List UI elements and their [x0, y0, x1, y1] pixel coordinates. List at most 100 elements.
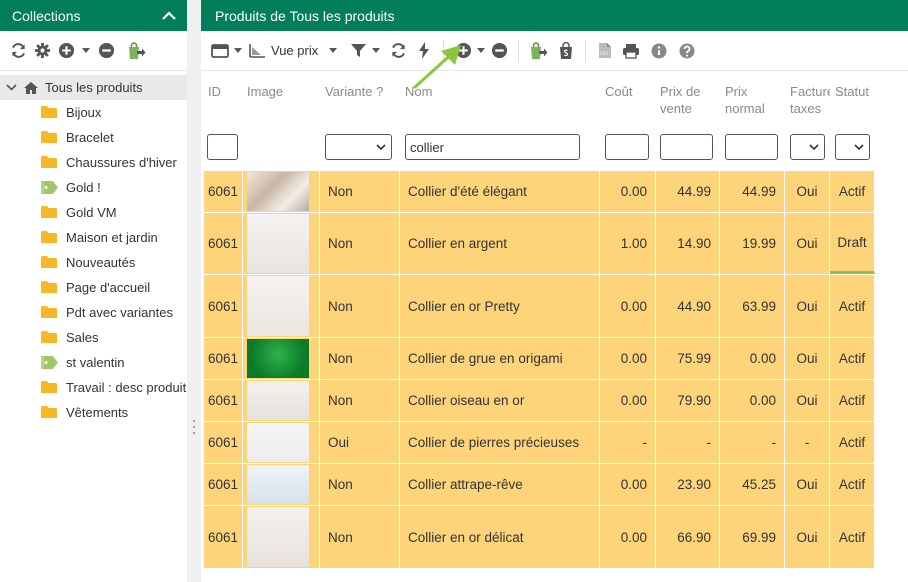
columns-button[interactable]: [209, 39, 231, 63]
help-button[interactable]: [676, 39, 698, 63]
cell-nom[interactable]: Collier oiseau en or: [400, 380, 600, 421]
cell-image[interactable]: [243, 338, 320, 379]
table-row[interactable]: 6061 Non Collier en or Pretty 0.00 44.90 63.9…: [204, 274, 875, 337]
cell-prix-vente[interactable]: 44.99: [656, 171, 720, 212]
filter-prix-normal-input[interactable]: [725, 134, 778, 160]
cell-id[interactable]: 6061: [204, 338, 243, 379]
cell-cout[interactable]: 0.00: [600, 275, 656, 337]
tree-item[interactable]: Chaussures d'hiver: [0, 150, 187, 175]
cell-variante[interactable]: Non: [320, 338, 400, 379]
tree-item[interactable]: Gold VM: [0, 200, 187, 225]
cell-statut[interactable]: Actif: [830, 422, 875, 463]
cell-taxes[interactable]: Oui: [785, 338, 830, 379]
tree-item[interactable]: Gold !: [0, 175, 187, 200]
table-row[interactable]: 6061 Non Collier en or délicat 0.00 66.90 69.…: [204, 505, 875, 568]
add-product-button[interactable]: [452, 39, 474, 63]
info-button[interactable]: [648, 39, 670, 63]
cell-nom[interactable]: Collier attrape-rêve: [400, 464, 600, 505]
cell-prix-normal[interactable]: 44.99: [720, 171, 785, 212]
table-row[interactable]: 6061 Non Collier en argent 1.00 14.90 19.99 Ou…: [204, 212, 875, 274]
print-button[interactable]: [620, 39, 642, 63]
shopify-export-products-button[interactable]: [527, 39, 549, 63]
tree-item[interactable]: Pdt avec variantes: [0, 300, 187, 325]
filter-statut-select[interactable]: [835, 134, 870, 160]
cell-id[interactable]: 6061: [204, 213, 243, 274]
add-button[interactable]: [55, 39, 77, 63]
panel-splitter[interactable]: [187, 0, 201, 582]
table-row[interactable]: 6061 Non Collier de grue en origami 0.00 75.…: [204, 337, 875, 379]
cell-image[interactable]: [243, 506, 320, 568]
cell-cout[interactable]: 0.00: [600, 171, 656, 212]
cell-prix-vente[interactable]: 44.90: [656, 275, 720, 337]
shopify-button[interactable]: [555, 39, 577, 63]
cell-prix-normal[interactable]: 0.00: [720, 380, 785, 421]
cell-nom[interactable]: Collier en argent: [400, 213, 600, 274]
col-header-facturer-taxes[interactable]: Facturer taxes: [790, 83, 830, 117]
cell-nom[interactable]: Collier en or Pretty: [400, 275, 600, 337]
tree-root-all-products[interactable]: Tous les produits: [0, 75, 187, 100]
view-selector[interactable]: Vue prix: [249, 43, 338, 58]
csv-export-button[interactable]: CSV: [594, 39, 616, 63]
cell-statut[interactable]: Actif: [830, 464, 875, 505]
cell-statut[interactable]: Actif: [830, 171, 875, 212]
col-header-image[interactable]: Image: [247, 83, 283, 100]
filter-id-input[interactable]: [207, 134, 238, 160]
cell-nom[interactable]: Collier en or délicat: [400, 506, 600, 568]
cell-prix-vente[interactable]: 79.90: [656, 380, 720, 421]
cell-id[interactable]: 6061: [204, 422, 243, 463]
filter-cout-input[interactable]: [605, 134, 649, 160]
cell-id[interactable]: 6061: [204, 275, 243, 337]
cell-prix-vente[interactable]: 23.90: [656, 464, 720, 505]
table-row[interactable]: 6061 Non Collier d'été élégant 0.00 44.99 44.…: [204, 170, 875, 212]
cell-cout[interactable]: 0.00: [600, 464, 656, 505]
cell-id[interactable]: 6061: [204, 171, 243, 212]
cell-statut[interactable]: Actif: [830, 506, 875, 568]
cell-statut[interactable]: Actif: [830, 338, 875, 379]
cell-prix-normal[interactable]: 45.25: [720, 464, 785, 505]
cell-taxes[interactable]: Oui: [785, 171, 830, 212]
add-dropdown[interactable]: [79, 39, 93, 63]
cell-taxes[interactable]: Oui: [785, 464, 830, 505]
columns-dropdown[interactable]: [231, 39, 245, 63]
settings-button[interactable]: [31, 39, 53, 63]
cell-image[interactable]: [243, 171, 320, 212]
col-header-statut[interactable]: Statut: [835, 83, 869, 100]
filter-dropdown[interactable]: [369, 39, 383, 63]
tree-item[interactable]: Bijoux: [0, 100, 187, 125]
tree-item[interactable]: st valentin: [0, 350, 187, 375]
cell-taxes[interactable]: Oui: [785, 213, 830, 274]
cell-prix-normal[interactable]: 19.99: [720, 213, 785, 274]
add-product-dropdown[interactable]: [474, 39, 488, 63]
table-row[interactable]: 6061 Non Collier oiseau en or 0.00 79.90 0.00…: [204, 379, 875, 421]
cell-taxes[interactable]: -: [785, 422, 830, 463]
cell-id[interactable]: 6061: [204, 380, 243, 421]
filter-button[interactable]: [347, 39, 369, 63]
cell-taxes[interactable]: Oui: [785, 275, 830, 337]
filter-variante-select[interactable]: [325, 134, 392, 160]
cell-cout[interactable]: 0.00: [600, 506, 656, 568]
cell-statut[interactable]: Actif: [830, 275, 875, 337]
splitter-grip-icon[interactable]: [192, 420, 196, 434]
tree-item[interactable]: Sales: [0, 325, 187, 350]
cell-cout[interactable]: 0.00: [600, 338, 656, 379]
cell-id[interactable]: 6061: [204, 506, 243, 568]
col-header-nom[interactable]: Nom: [405, 83, 432, 100]
cell-variante[interactable]: Non: [320, 171, 400, 212]
cell-image[interactable]: [243, 422, 320, 463]
tree-item[interactable]: Nouveautés: [0, 250, 187, 275]
cell-image[interactable]: [243, 464, 320, 505]
cell-prix-vente[interactable]: 66.90: [656, 506, 720, 568]
cell-variante[interactable]: Non: [320, 380, 400, 421]
filter-prix-vente-input[interactable]: [660, 134, 713, 160]
col-header-prix-vente[interactable]: Prix de vente: [660, 83, 714, 117]
cell-taxes[interactable]: Oui: [785, 380, 830, 421]
cell-nom[interactable]: Collier de pierres précieuses: [400, 422, 600, 463]
cell-taxes[interactable]: Oui: [785, 506, 830, 568]
table-row[interactable]: 6061 Oui Collier de pierres précieuses - - - -…: [204, 421, 875, 463]
col-header-prix-normal[interactable]: Prix normal: [725, 83, 777, 117]
col-header-variante[interactable]: Variante ?: [325, 83, 383, 100]
chevron-down-icon[interactable]: [4, 84, 18, 91]
tree-item[interactable]: Travail : desc produit: [0, 375, 187, 400]
cell-prix-vente[interactable]: 14.90: [656, 213, 720, 274]
cell-image[interactable]: [243, 275, 320, 337]
